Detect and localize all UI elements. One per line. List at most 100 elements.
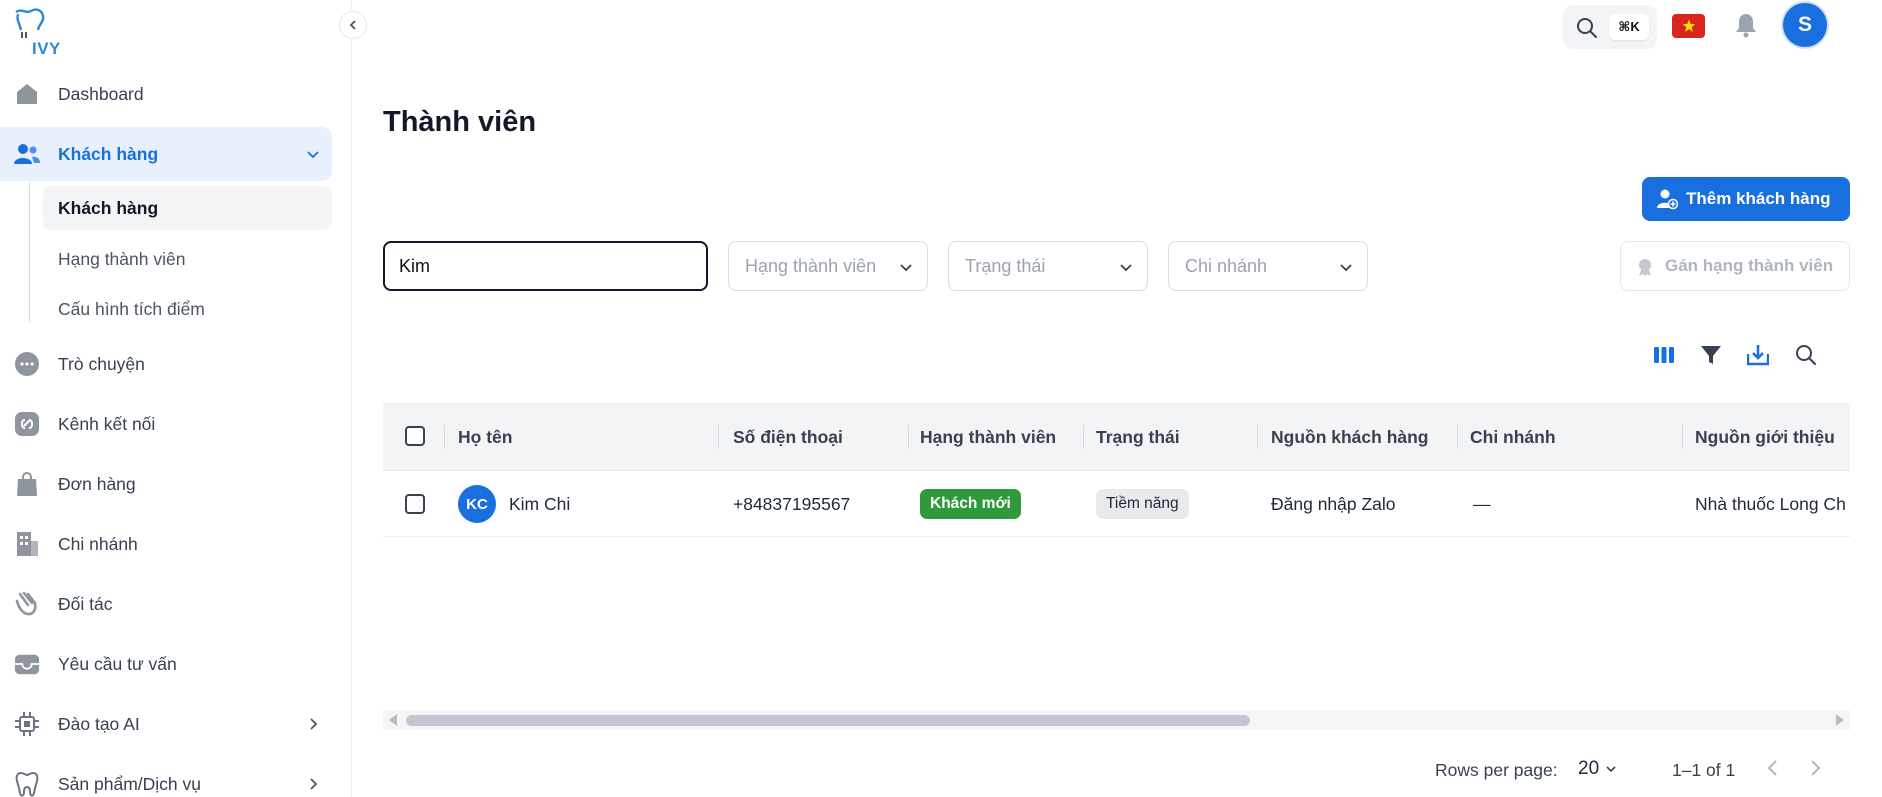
sub-item-label: Cấu hình tích điểm — [58, 298, 205, 319]
column-divider — [444, 425, 445, 449]
sidebar-item-label: Trò chuyện — [58, 353, 145, 374]
download-icon[interactable] — [1747, 344, 1769, 366]
chevron-right-icon — [306, 717, 320, 731]
sidebar-item-label: Yêu cầu tư vấn — [58, 653, 177, 674]
sidebar-item-channels[interactable]: Kênh kết nối — [0, 397, 332, 451]
handshake-icon — [14, 591, 40, 617]
chevron-right-icon — [306, 777, 320, 791]
columns-icon[interactable] — [1653, 344, 1675, 366]
column-header-name[interactable]: Họ tên — [458, 403, 512, 471]
home-icon — [14, 81, 40, 107]
column-header-branch[interactable]: Chi nhánh — [1470, 403, 1556, 471]
sidebar-item-consultation[interactable]: Yêu cầu tư vấn — [0, 637, 332, 691]
column-header-referral[interactable]: Nguồn giới thiệu — [1695, 403, 1835, 471]
column-divider — [718, 425, 719, 449]
tooth-icon — [14, 771, 40, 797]
chat-icon — [14, 351, 40, 377]
column-divider — [908, 425, 909, 449]
sidebar-item-products-services[interactable]: Sản phẩm/Dịch vụ — [0, 757, 332, 797]
sidebar-item-dashboard[interactable]: Dashboard — [0, 67, 332, 121]
bag-icon — [14, 471, 40, 497]
sub-item-label: Hạng thành viên — [58, 248, 186, 269]
keyboard-shortcut: ⌘K — [1609, 14, 1649, 40]
sidebar-item-ai-training[interactable]: Đào tạo AI — [0, 697, 332, 751]
pagination-range: 1–1 of 1 — [1672, 760, 1736, 780]
table-row[interactable]: KC Kim Chi +84837195567 Khách mới Tiềm n… — [383, 471, 1850, 537]
row-checkbox[interactable] — [405, 494, 425, 514]
user-avatar[interactable]: S — [1783, 3, 1827, 47]
collapse-sidebar-button[interactable] — [339, 11, 367, 39]
sidebar-item-label: Đơn hàng — [58, 473, 136, 494]
sidebar-item-label: Kênh kết nối — [58, 413, 156, 434]
table-horizontal-scrollbar[interactable] — [383, 710, 1850, 730]
column-divider — [1257, 425, 1258, 449]
rows-per-page-value: 20 — [1578, 758, 1600, 779]
column-divider — [1457, 425, 1458, 449]
tooth-logo-icon — [15, 8, 45, 38]
add-customer-label: Thêm khách hàng — [1686, 189, 1831, 208]
customer-branch: — — [1473, 493, 1491, 514]
customer-search-input[interactable] — [383, 241, 708, 291]
assign-membership-label: Gán hạng thành viên — [1665, 256, 1834, 275]
sub-item-membership-tiers[interactable]: Hạng thành viên — [43, 237, 332, 281]
table-search-icon[interactable] — [1795, 344, 1817, 366]
status-placeholder: Trạng thái — [965, 255, 1046, 276]
scroll-right-arrow-icon[interactable] — [1836, 714, 1844, 726]
status-badge: Tiềm năng — [1096, 489, 1189, 519]
chevron-down-icon — [306, 147, 320, 161]
filter-icon[interactable] — [1700, 344, 1722, 366]
scrollbar-thumb[interactable] — [406, 715, 1250, 726]
sidebar-item-orders[interactable]: Đơn hàng — [0, 457, 332, 511]
customer-source: Đăng nhập Zalo — [1271, 493, 1396, 514]
column-header-membership[interactable]: Hạng thành viên — [920, 403, 1056, 471]
next-page-button[interactable] — [1805, 758, 1825, 778]
ivy-logo[interactable]: IVY — [12, 8, 72, 58]
chevron-right-icon — [1811, 760, 1821, 776]
page-title: Thành viên — [383, 106, 537, 138]
chevron-down-icon — [1606, 766, 1616, 773]
status-select[interactable]: Trạng thái — [948, 241, 1148, 291]
previous-page-button[interactable] — [1763, 758, 1783, 778]
membership-tier-placeholder: Hạng thành viên — [745, 255, 877, 276]
subtree-line — [29, 182, 30, 322]
membership-badge: Khách mới — [920, 489, 1021, 519]
branch-select[interactable]: Chi nhánh — [1168, 241, 1368, 291]
column-header-status[interactable]: Trạng thái — [1096, 403, 1180, 471]
chevron-down-icon — [1339, 260, 1353, 274]
global-search-button[interactable]: ⌘K — [1563, 5, 1657, 49]
notification-bell-icon[interactable] — [1734, 12, 1758, 38]
sidebar-item-chat[interactable]: Trò chuyện — [0, 337, 332, 391]
sidebar-item-label: Khách hàng — [58, 143, 159, 164]
sub-item-label: Khách hàng — [58, 197, 159, 218]
sidebar-item-branches[interactable]: Chi nhánh — [0, 517, 332, 571]
column-header-phone[interactable]: Số điện thoại — [733, 403, 843, 471]
customer-phone: +84837195567 — [733, 493, 851, 514]
scroll-left-arrow-icon[interactable] — [389, 714, 397, 726]
customer-name-cell[interactable]: KC Kim Chi — [458, 471, 570, 537]
chip-icon — [14, 711, 40, 737]
sub-item-customers[interactable]: Khách hàng — [43, 186, 332, 230]
sidebar-item-partners[interactable]: Đối tác — [0, 577, 332, 631]
membership-cell: Khách mới — [920, 471, 1021, 537]
language-flag-vietnam-icon[interactable] — [1672, 14, 1705, 38]
sidebar-item-customers[interactable]: Khách hàng — [0, 127, 332, 181]
select-all-checkbox[interactable] — [405, 426, 425, 446]
users-icon — [14, 141, 40, 167]
table-header: Họ tên Số điện thoại Hạng thành viên Trạ… — [383, 403, 1850, 471]
rows-per-page-select[interactable]: 20 — [1578, 758, 1617, 780]
building-icon — [14, 531, 40, 557]
sidebar-item-label: Đào tạo AI — [58, 713, 140, 734]
customer-name: Kim Chi — [509, 493, 571, 514]
search-icon — [1576, 17, 1598, 39]
column-header-source[interactable]: Nguồn khách hàng — [1271, 403, 1429, 471]
sidebar: IVY Dashboard Khách hàng Khách hàng Hạng… — [0, 0, 367, 797]
sub-item-points-config[interactable]: Cấu hình tích điểm — [43, 287, 332, 331]
column-divider — [1682, 425, 1683, 449]
award-icon — [1635, 257, 1655, 277]
add-customer-button[interactable]: Thêm khách hàng — [1642, 177, 1850, 221]
assign-membership-button[interactable]: Gán hạng thành viên — [1620, 241, 1850, 291]
branch-placeholder: Chi nhánh — [1185, 255, 1268, 276]
rows-per-page-label: Rows per page: — [1435, 760, 1558, 780]
customer-referral: Nhà thuốc Long Ch — [1695, 493, 1846, 514]
membership-tier-select[interactable]: Hạng thành viên — [728, 241, 928, 291]
